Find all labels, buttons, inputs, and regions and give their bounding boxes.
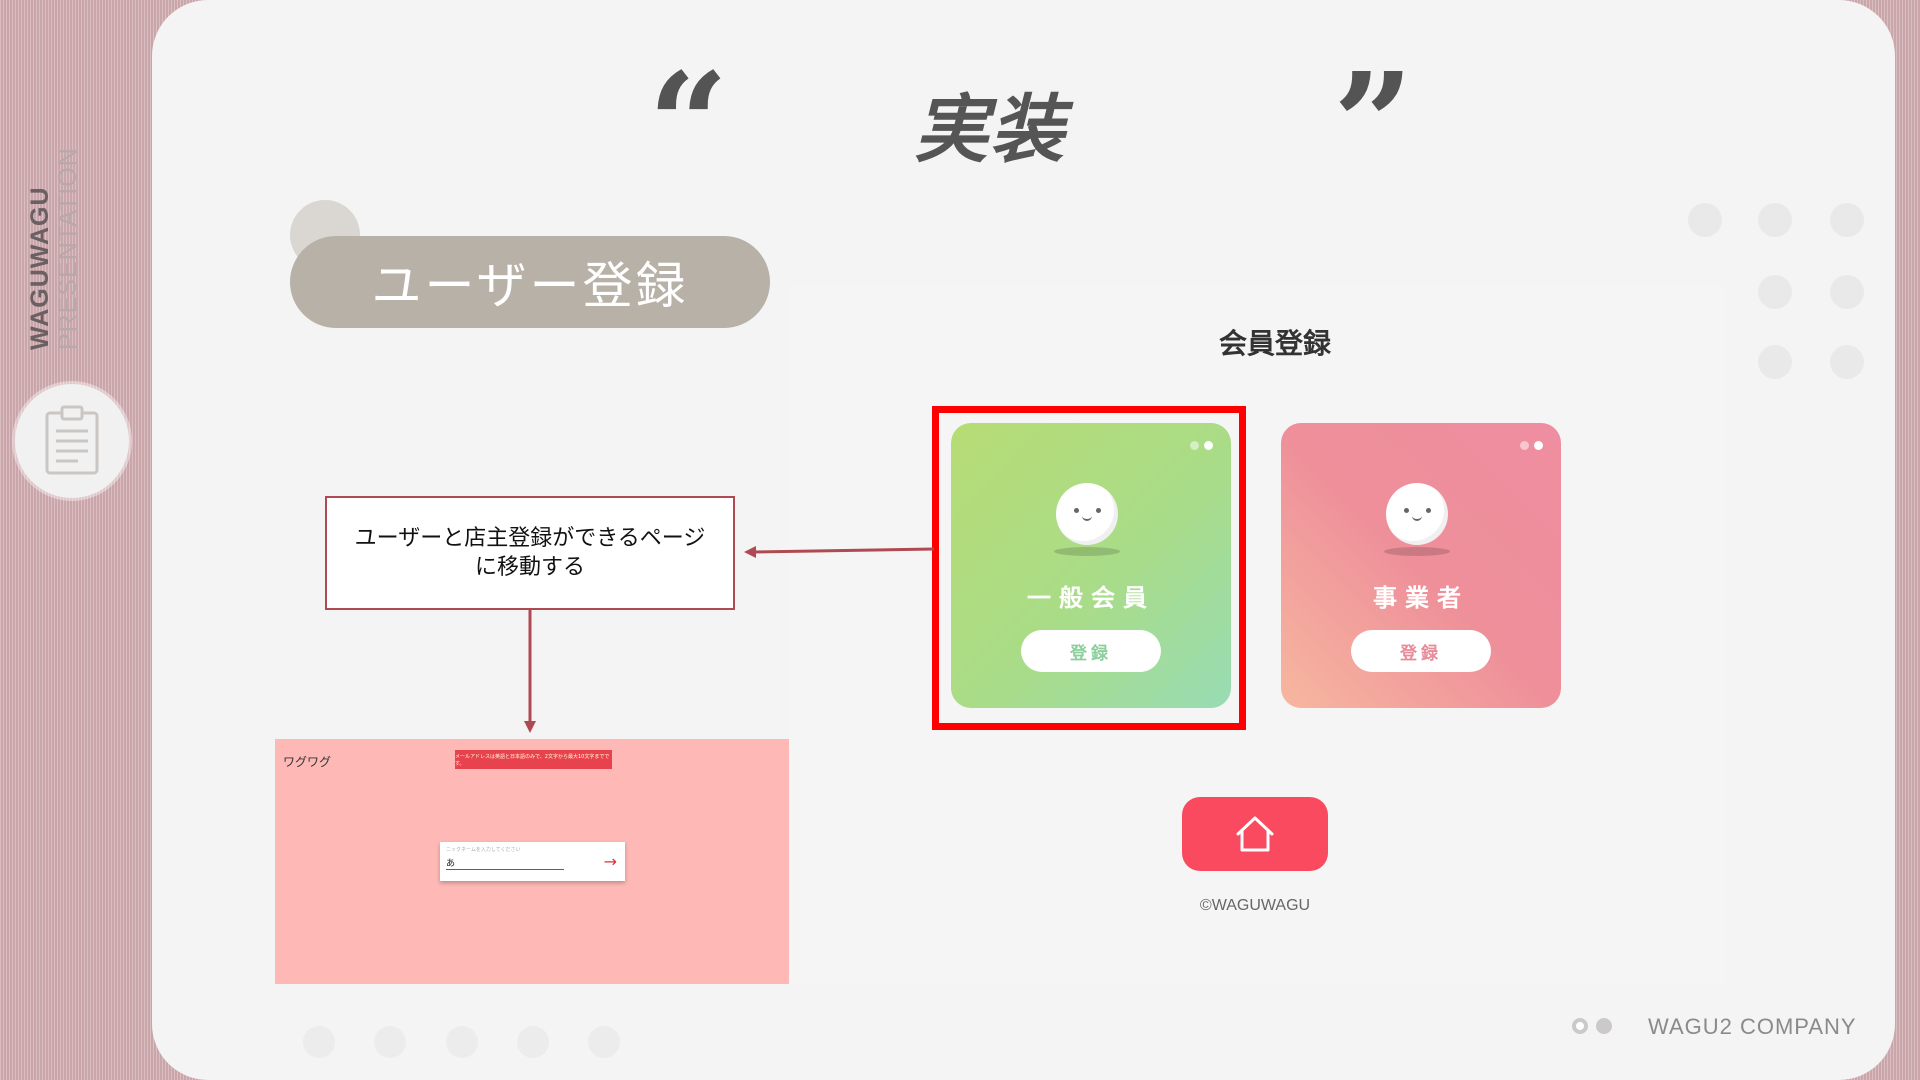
thumbnail-brand: ワグワグ [283, 755, 332, 769]
thumbnail-alert: メールアドレスは英語と日本語のみで、2文字から最大10文字までです。 [455, 750, 612, 769]
arrow-right-icon: → [603, 852, 617, 871]
business-card[interactable]: 事業者 登録 [1281, 423, 1561, 708]
screen-title: 会員登録 [1218, 327, 1331, 360]
clipboard-badge [15, 384, 129, 498]
annotation-line-2: に移動する [474, 555, 585, 580]
page-title: 実装 [914, 87, 1066, 173]
highlight-frame [932, 406, 1246, 730]
home-button[interactable] [1182, 797, 1328, 871]
thumbnail-input-underline [446, 869, 564, 870]
card-dots [1515, 435, 1543, 454]
company-name: WAGU2 COMPANY [1648, 1014, 1857, 1039]
annotation-line-1: ユーザーと店主登録ができるページ [354, 526, 706, 551]
clipboard-icon [45, 405, 99, 475]
smiley-face-icon [1384, 483, 1450, 556]
sidebar-brand: WAGUWAGU PRESENTATION [26, 90, 86, 350]
brand-name: WAGUWAGU [26, 186, 54, 350]
nickname-page-thumbnail: ワグワグ メールアドレスは英語と日本語のみで、2文字から最大10文字までです。 … [275, 739, 789, 984]
thumbnail-form: ニックネームを入力してください あ → [440, 842, 625, 881]
open-quote-icon: “ [648, 43, 729, 207]
home-icon [1236, 816, 1274, 852]
annotation-box: ユーザーと店主登録ができるページ に移動する [325, 496, 735, 610]
close-quote-icon: ” [1333, 43, 1414, 207]
thumbnail-input-value: あ [446, 859, 456, 869]
registration-screenshot [788, 285, 1725, 985]
section-label: ユーザー登録 [290, 236, 770, 328]
thumbnail-input-placeholder: ニックネームを入力してください [446, 847, 521, 853]
business-register-button[interactable]: 登録 [1351, 630, 1491, 672]
card-title: 事業者 [1373, 584, 1469, 612]
copyright: ©WAGUWAGU [1199, 897, 1311, 914]
brand-subtitle: PRESENTATION [54, 147, 82, 350]
